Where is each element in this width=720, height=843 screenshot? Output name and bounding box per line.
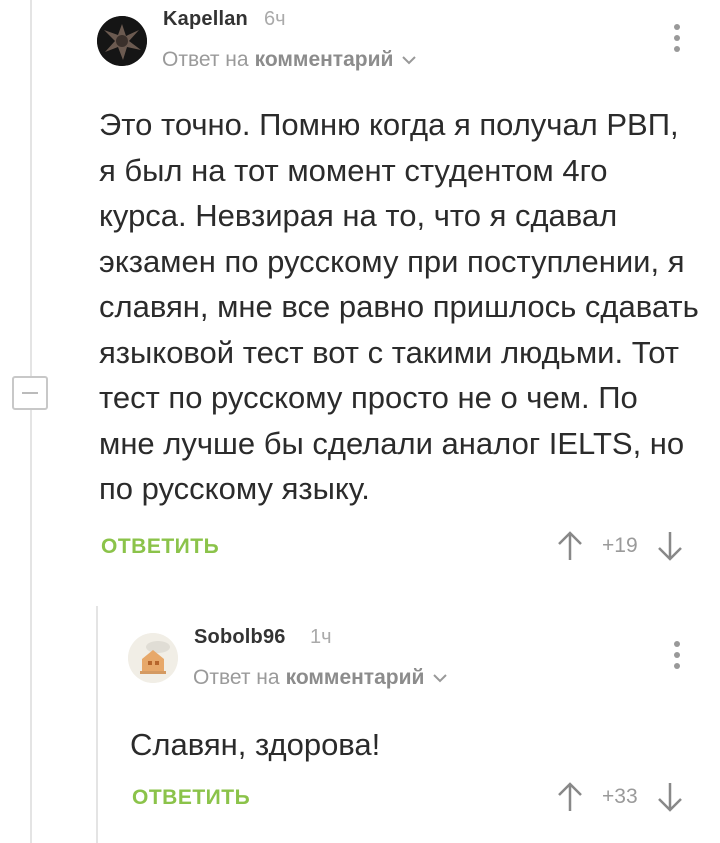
avatar[interactable] xyxy=(128,633,178,683)
avatar[interactable] xyxy=(97,16,147,66)
comment-time: 1ч xyxy=(310,626,332,648)
rating-score: +19 xyxy=(602,534,638,557)
username[interactable]: Kapellan xyxy=(163,8,248,31)
thread-line-root xyxy=(30,0,32,843)
thread-line-nested xyxy=(96,606,98,843)
username[interactable]: Sobolb96 xyxy=(194,626,286,649)
reply-to: Ответ на комментарий xyxy=(162,48,417,72)
reply-to-prefix: Ответ на xyxy=(162,48,249,71)
arrow-down-icon[interactable] xyxy=(656,530,684,562)
parent-comment-link[interactable]: комментарий xyxy=(255,48,394,72)
rating: +33 xyxy=(556,781,684,813)
avatar-image xyxy=(128,633,178,683)
reply-button[interactable]: ОТВЕТИТЬ xyxy=(101,535,219,559)
avatar-image xyxy=(97,16,147,66)
reply-button[interactable]: ОТВЕТИТЬ xyxy=(132,786,250,810)
comment-time: 6ч xyxy=(264,8,286,30)
arrow-down-icon[interactable] xyxy=(656,781,684,813)
rating: +19 xyxy=(556,530,684,562)
comment-text: Славян, здорова! xyxy=(130,727,381,762)
arrow-up-icon[interactable] xyxy=(556,530,584,562)
chevron-down-icon[interactable] xyxy=(432,673,448,683)
parent-comment-link[interactable]: комментарий xyxy=(286,666,425,690)
chevron-down-icon[interactable] xyxy=(401,55,417,65)
reply-to: Ответ на комментарий xyxy=(193,666,448,690)
reply-to-prefix: Ответ на xyxy=(193,666,280,689)
comment-text: Это точно. Помню когда я получал РВП, я … xyxy=(99,107,699,506)
more-options-icon[interactable] xyxy=(674,641,680,669)
collapse-thread-button[interactable] xyxy=(12,376,48,410)
arrow-up-icon[interactable] xyxy=(556,781,584,813)
more-options-icon[interactable] xyxy=(674,24,680,52)
minus-icon xyxy=(22,392,38,394)
rating-score: +33 xyxy=(602,785,638,808)
